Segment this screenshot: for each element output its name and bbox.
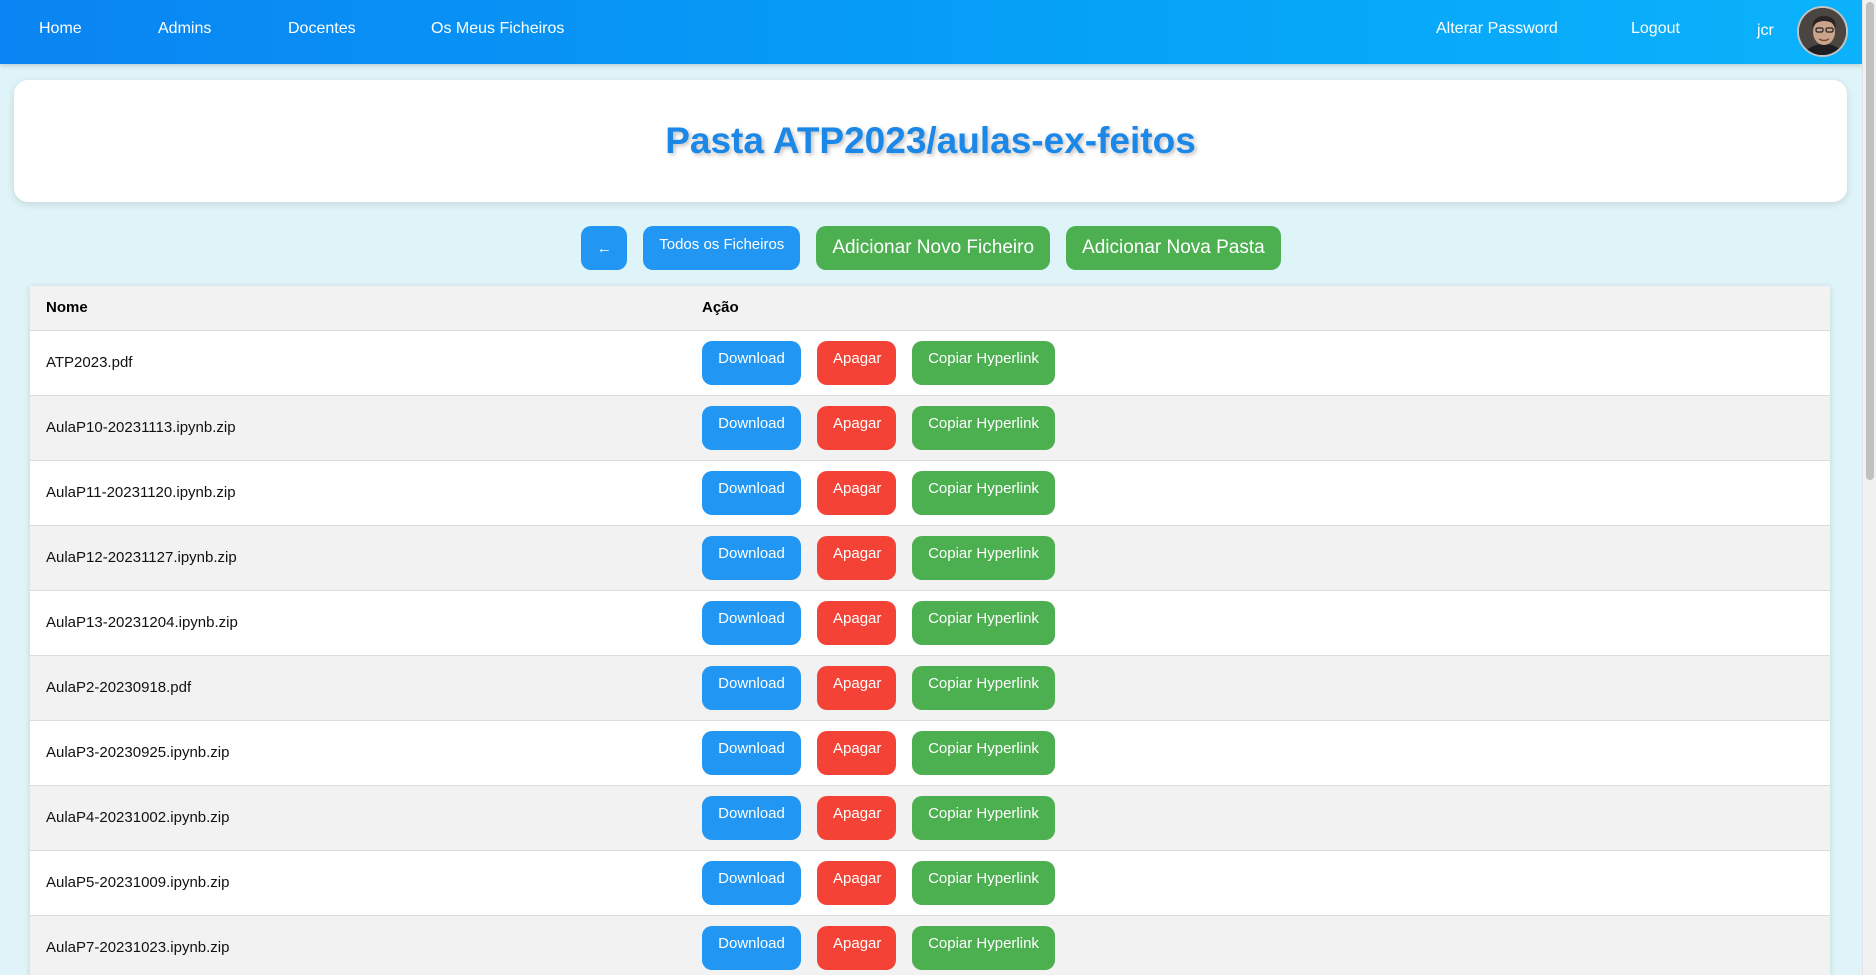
download-button[interactable]: Download <box>702 795 801 840</box>
file-name: AulaP5-20231009.ipynb.zip <box>46 874 230 891</box>
file-name: AulaP11-20231120.ipynb.zip <box>46 484 236 501</box>
copy-hyperlink-button[interactable]: Copiar Hyperlink <box>912 535 1055 580</box>
copy-hyperlink-button[interactable]: Copiar Hyperlink <box>912 860 1055 905</box>
nav-admins-link[interactable]: Admins <box>158 20 211 38</box>
file-actions-cell: Download Apagar Copiar Hyperlink <box>686 330 1830 395</box>
copy-hyperlink-button[interactable]: Copiar Hyperlink <box>912 665 1055 710</box>
file-actions: Download Apagar Copiar Hyperlink <box>702 795 1830 840</box>
file-actions: Download Apagar Copiar Hyperlink <box>702 860 1830 905</box>
column-header-action: Ação <box>686 286 1830 331</box>
file-name: AulaP7-20231023.ipynb.zip <box>46 939 230 956</box>
table-row: AulaP10-20231113.ipynb.zip Download Apagar… <box>30 395 1830 460</box>
download-button[interactable]: Download <box>702 340 801 385</box>
file-actions-cell: Download Apagar Copiar Hyperlink <box>686 655 1830 720</box>
file-name: AulaP2-20230918.pdf <box>46 679 192 696</box>
scrollbar-thumb[interactable] <box>1866 2 1874 480</box>
file-actions: Download Apagar Copiar Hyperlink <box>702 405 1830 450</box>
file-name: AulaP4-20231002.ipynb.zip <box>46 809 230 826</box>
table-row: AulaP3-20230925.ipynb.zip Download Apagar C… <box>30 720 1830 785</box>
copy-hyperlink-button[interactable]: Copiar Hyperlink <box>912 600 1055 645</box>
nav-logout-link[interactable]: Logout <box>1631 20 1680 38</box>
file-actions-cell: Download Apagar Copiar Hyperlink <box>686 460 1830 525</box>
download-button[interactable]: Download <box>702 600 801 645</box>
file-actions: Download Apagar Copiar Hyperlink <box>702 340 1830 385</box>
back-button[interactable]: ← <box>581 226 628 270</box>
files-table-body: ATP2023.pdf Download Apagar Copiar Hyperlin… <box>30 330 1830 975</box>
delete-button[interactable]: Apagar <box>817 730 896 775</box>
page: Home Admins Docentes Os Meus Ficheiros A… <box>0 0 1876 975</box>
file-actions: Download Apagar Copiar Hyperlink <box>702 665 1830 710</box>
file-actions: Download Apagar Copiar Hyperlink <box>702 600 1830 645</box>
file-actions-cell: Download Apagar Copiar Hyperlink <box>686 395 1830 460</box>
delete-button[interactable]: Apagar <box>817 860 896 905</box>
folder-toolbar: ← Todos os Ficheiros Adicionar Novo Fich… <box>0 226 1862 270</box>
file-name: AulaP10-20231113.ipynb.zip <box>46 419 236 436</box>
file-actions-cell: Download Apagar Copiar Hyperlink <box>686 850 1830 915</box>
table-row: AulaP7-20231023.ipynb.zip Download Apagar C… <box>30 915 1830 975</box>
download-button[interactable]: Download <box>702 405 801 450</box>
nav-docentes-link[interactable]: Docentes <box>288 20 356 38</box>
file-name: AulaP13-20231204.ipynb.zip <box>46 614 238 631</box>
download-button[interactable]: Download <box>702 860 801 905</box>
files-table-container: Nome Ação ATP2023.pdf Download Apagar Copia… <box>30 286 1830 975</box>
file-name: AulaP12-20231127.ipynb.zip <box>46 549 237 566</box>
table-row: AulaP5-20231009.ipynb.zip Download Apagar C… <box>30 850 1830 915</box>
table-row: AulaP2-20230918.pdf Download Apagar Copiar … <box>30 655 1830 720</box>
table-row: ATP2023.pdf Download Apagar Copiar Hyperlin… <box>30 330 1830 395</box>
delete-button[interactable]: Apagar <box>817 795 896 840</box>
file-actions: Download Apagar Copiar Hyperlink <box>702 925 1830 970</box>
copy-hyperlink-button[interactable]: Copiar Hyperlink <box>912 470 1055 515</box>
user-avatar[interactable] <box>1797 6 1848 57</box>
delete-button[interactable]: Apagar <box>817 405 896 450</box>
table-header-row: Nome Ação <box>30 286 1830 331</box>
file-actions-cell: Download Apagar Copiar Hyperlink <box>686 915 1830 975</box>
file-actions: Download Apagar Copiar Hyperlink <box>702 730 1830 775</box>
download-button[interactable]: Download <box>702 665 801 710</box>
file-name: ATP2023.pdf <box>46 354 133 371</box>
file-actions: Download Apagar Copiar Hyperlink <box>702 535 1830 580</box>
copy-hyperlink-button[interactable]: Copiar Hyperlink <box>912 340 1055 385</box>
page-title: Pasta ATP2023/aulas-ex-feitos <box>665 120 1196 161</box>
title-card: Pasta ATP2023/aulas-ex-feitos <box>14 80 1847 202</box>
download-button[interactable]: Download <box>702 470 801 515</box>
table-row: AulaP12-20231127.ipynb.zip Download Apagar… <box>30 525 1830 590</box>
nav-change-password-link[interactable]: Alterar Password <box>1436 20 1558 38</box>
add-folder-button[interactable]: Adicionar Nova Pasta <box>1066 226 1281 270</box>
table-row: AulaP11-20231120.ipynb.zip Download Apagar… <box>30 460 1830 525</box>
download-button[interactable]: Download <box>702 535 801 580</box>
files-table: Nome Ação ATP2023.pdf Download Apagar Copia… <box>30 286 1830 975</box>
download-button[interactable]: Download <box>702 925 801 970</box>
page-scrollbar[interactable] <box>1862 0 1876 975</box>
delete-button[interactable]: Apagar <box>817 925 896 970</box>
file-actions-cell: Download Apagar Copiar Hyperlink <box>686 590 1830 655</box>
top-navbar: Home Admins Docentes Os Meus Ficheiros A… <box>0 0 1862 64</box>
file-name: AulaP3-20230925.ipynb.zip <box>46 744 230 761</box>
delete-button[interactable]: Apagar <box>817 535 896 580</box>
add-file-button[interactable]: Adicionar Novo Ficheiro <box>816 226 1051 270</box>
delete-button[interactable]: Apagar <box>817 600 896 645</box>
file-actions-cell: Download Apagar Copiar Hyperlink <box>686 525 1830 590</box>
file-actions: Download Apagar Copiar Hyperlink <box>702 470 1830 515</box>
table-row: AulaP13-20231204.ipynb.zip Download Apagar… <box>30 590 1830 655</box>
copy-hyperlink-button[interactable]: Copiar Hyperlink <box>912 925 1055 970</box>
delete-button[interactable]: Apagar <box>817 665 896 710</box>
delete-button[interactable]: Apagar <box>817 340 896 385</box>
all-files-button[interactable]: Todos os Ficheiros <box>643 226 801 270</box>
download-button[interactable]: Download <box>702 730 801 775</box>
file-actions-cell: Download Apagar Copiar Hyperlink <box>686 785 1830 850</box>
nav-my-files-link[interactable]: Os Meus Ficheiros <box>431 20 564 38</box>
copy-hyperlink-button[interactable]: Copiar Hyperlink <box>912 405 1055 450</box>
column-header-name: Nome <box>30 286 686 331</box>
nav-home-link[interactable]: Home <box>39 20 82 38</box>
delete-button[interactable]: Apagar <box>817 470 896 515</box>
copy-hyperlink-button[interactable]: Copiar Hyperlink <box>912 795 1055 840</box>
copy-hyperlink-button[interactable]: Copiar Hyperlink <box>912 730 1055 775</box>
file-actions-cell: Download Apagar Copiar Hyperlink <box>686 720 1830 785</box>
avatar-portrait-icon <box>1799 8 1846 55</box>
table-row: AulaP4-20231002.ipynb.zip Download Apagar C… <box>30 785 1830 850</box>
username-label: jcr <box>1757 22 1774 39</box>
